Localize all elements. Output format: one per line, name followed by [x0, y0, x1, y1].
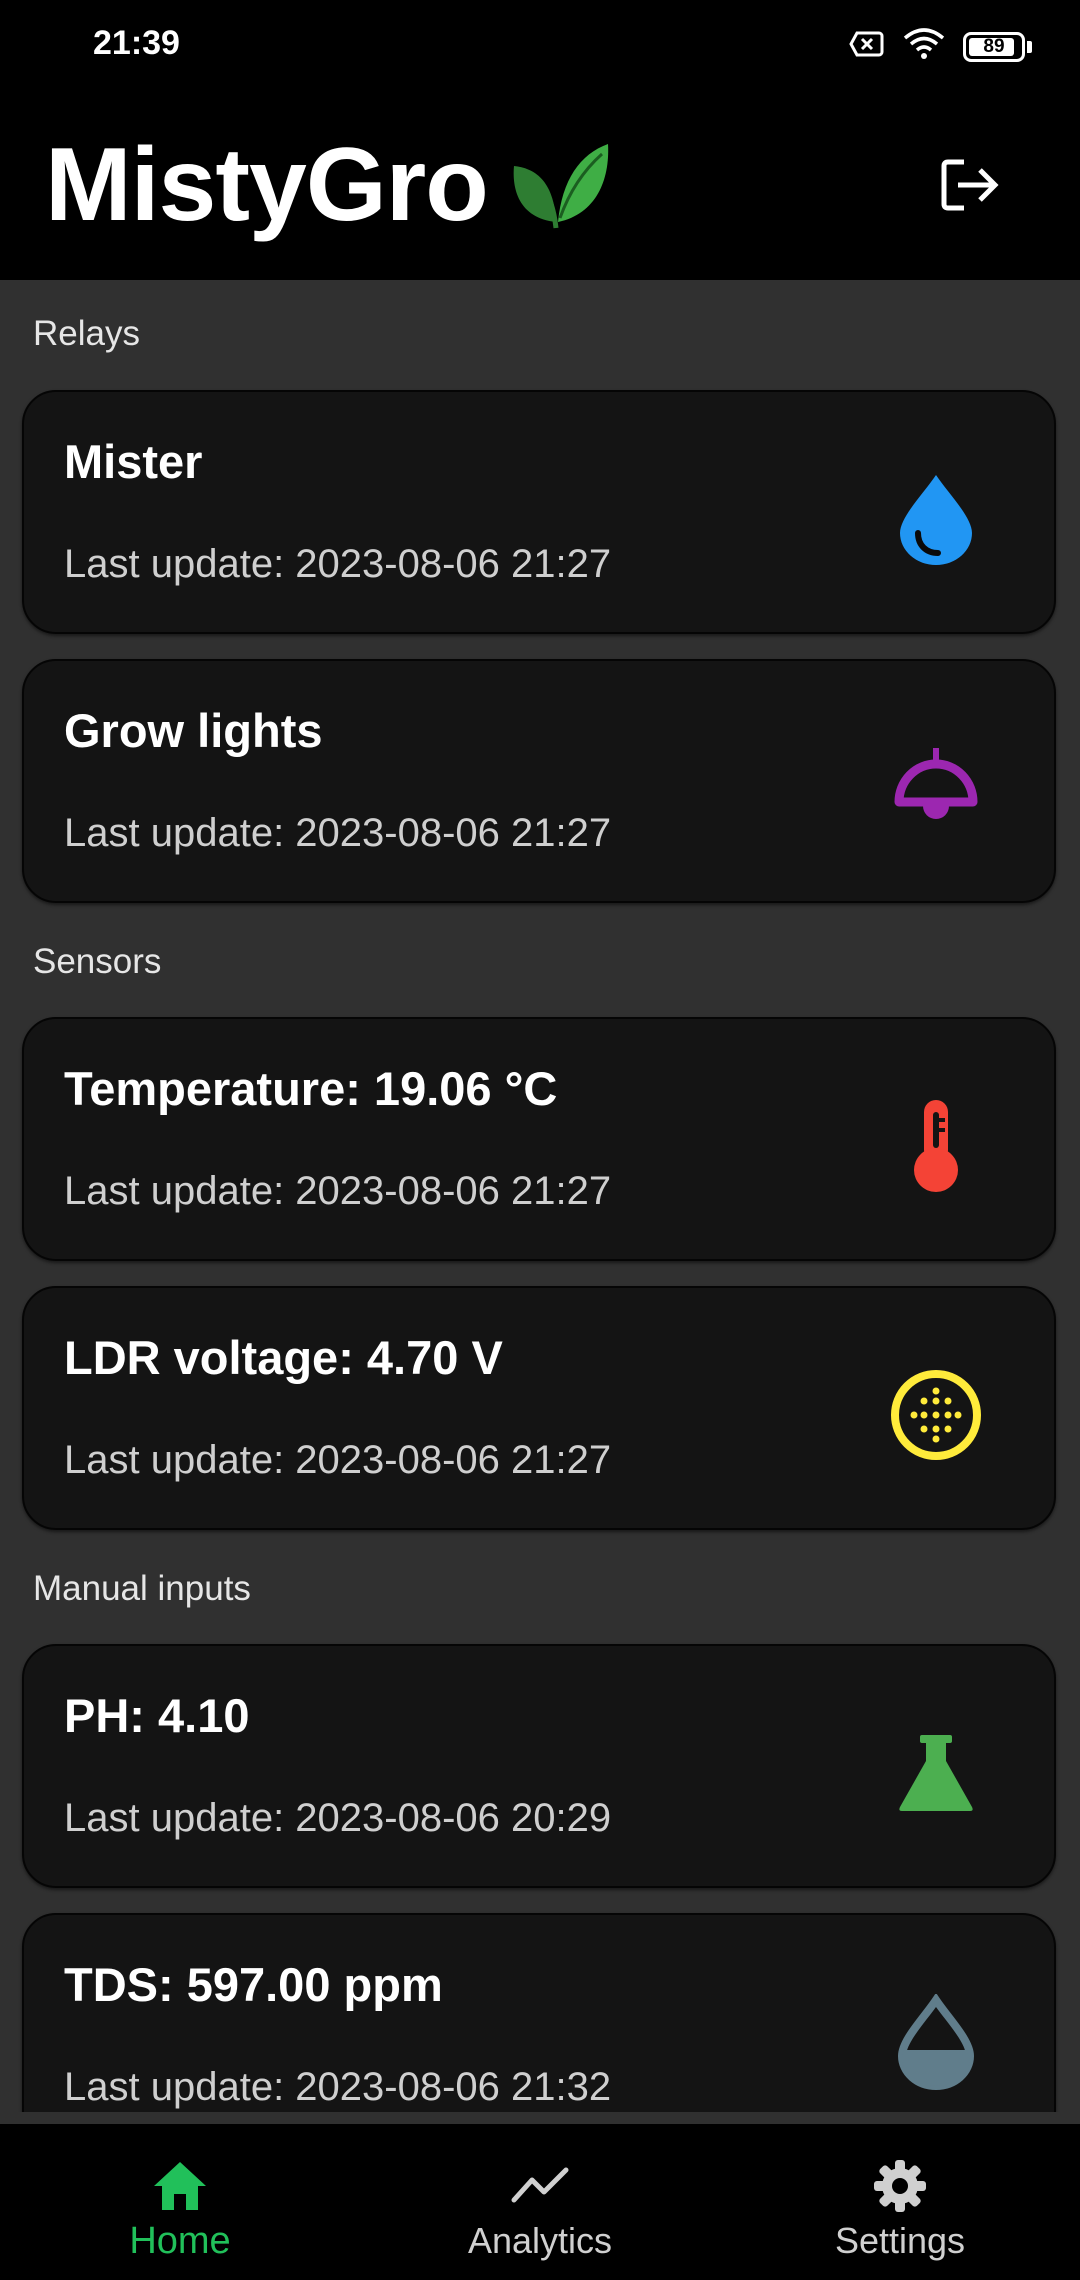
thermometer-icon[interactable]: [884, 1094, 988, 1198]
card-last-update: Last update: 2023-08-06 20:29: [64, 1796, 612, 1840]
flask-icon[interactable]: [884, 1721, 988, 1825]
card-ph[interactable]: PH: 4.10 Last update: 2023-08-06 20:29: [22, 1644, 1056, 1888]
battery-level: 89: [983, 35, 1005, 57]
bottom-navigation: Home Analytics Settings: [0, 2124, 1080, 2280]
battery-tip: [1027, 40, 1032, 53]
nav-analytics[interactable]: Analytics: [360, 2124, 720, 2280]
card-last-update: Last update: 2023-08-06 21:27: [64, 542, 612, 586]
nav-home-label: Home: [129, 2220, 231, 2262]
app-bar: MistyGro: [0, 96, 1080, 280]
lamp-icon[interactable]: [884, 736, 988, 840]
card-title: Mister: [64, 435, 203, 488]
section-title-sensors: Sensors: [33, 942, 162, 981]
card-last-update: Last update: 2023-08-06 21:27: [64, 811, 612, 855]
analytics-icon: [510, 2158, 570, 2214]
nav-settings[interactable]: Settings: [720, 2124, 1080, 2280]
light-sensor-icon[interactable]: [884, 1363, 988, 1467]
card-grow-lights[interactable]: Grow lights Last update: 2023-08-06 21:2…: [22, 659, 1056, 903]
app-title: MistyGro: [45, 127, 489, 243]
no-sim-icon: [849, 30, 885, 63]
card-mister[interactable]: Mister Last update: 2023-08-06 21:27: [22, 390, 1056, 634]
status-time: 21:39: [93, 24, 180, 62]
wifi-icon: [903, 28, 945, 65]
card-title: LDR voltage: 4.70 V: [64, 1331, 503, 1384]
water-drop-icon[interactable]: [884, 467, 988, 571]
card-last-update: Last update: 2023-08-06 21:27: [64, 1438, 612, 1482]
card-title: Grow lights: [64, 704, 323, 757]
dashboard-content[interactable]: Relays Mister Last update: 2023-08-06 21…: [0, 280, 1080, 2112]
gear-icon: [872, 2158, 928, 2214]
nav-settings-label: Settings: [834, 2220, 966, 2261]
card-ldr-voltage[interactable]: LDR voltage: 4.70 V Last update: 2023-08…: [22, 1286, 1056, 1530]
card-title: PH: 4.10: [64, 1689, 250, 1742]
leaf-logo-icon: [510, 140, 610, 237]
battery-icon: 89: [963, 31, 1025, 62]
nav-home[interactable]: Home: [0, 2124, 360, 2280]
home-icon: [152, 2158, 208, 2214]
card-last-update: Last update: 2023-08-06 21:27: [64, 1169, 612, 1213]
card-temperature[interactable]: Temperature: 19.06 °C Last update: 2023-…: [22, 1017, 1056, 1261]
card-title: TDS: 597.00 ppm: [64, 1958, 443, 2011]
section-title-manual-inputs: Manual inputs: [33, 1569, 251, 1608]
logout-icon: [940, 156, 1002, 219]
status-bar: 21:39 89: [0, 0, 1080, 96]
card-tds[interactable]: TDS: 597.00 ppm Last update: 2023-08-06 …: [22, 1913, 1056, 2112]
logout-button[interactable]: [936, 152, 1006, 222]
card-last-update: Last update: 2023-08-06 21:32: [64, 2065, 612, 2109]
card-title: Temperature: 19.06 °C: [64, 1062, 558, 1115]
section-title-relays: Relays: [33, 314, 140, 353]
nav-analytics-label: Analytics: [467, 2220, 613, 2261]
half-drop-icon[interactable]: [884, 1990, 988, 2094]
status-icons: 89: [849, 28, 1032, 65]
